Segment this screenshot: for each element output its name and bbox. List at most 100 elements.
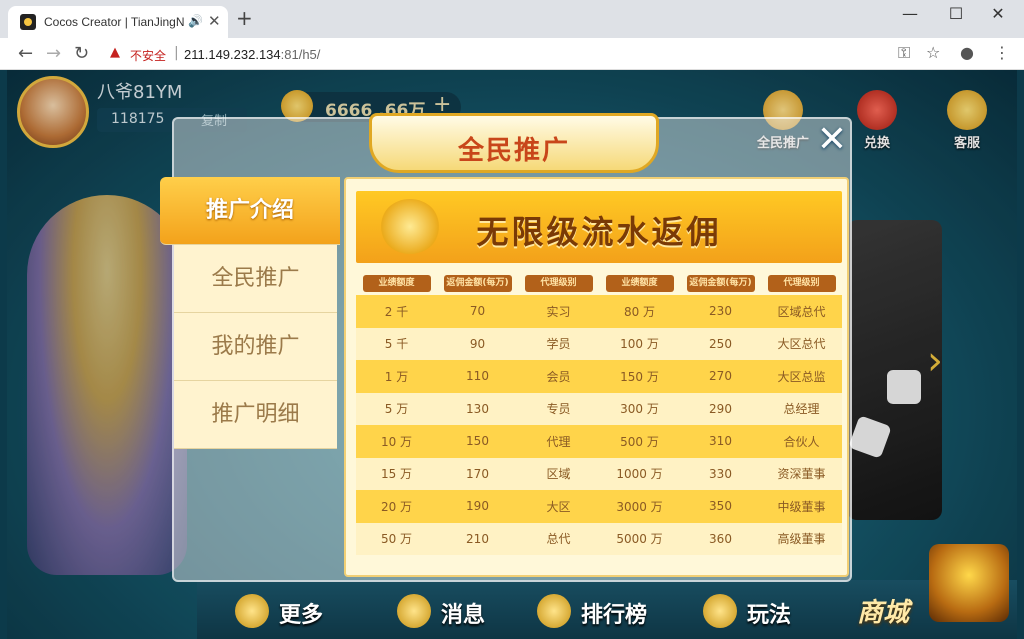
- cards-icon: [703, 594, 737, 628]
- table-cell: 360: [680, 522, 761, 555]
- table-cell: 170: [437, 457, 518, 490]
- close-modal-icon[interactable]: ✕: [812, 122, 852, 162]
- table-cell: 实习: [518, 295, 599, 328]
- promotion-modal: 全民推广 推广介绍 全民推广 我的推广 推广明细 无限级流水返佣 业绩额度 返佣…: [160, 113, 852, 582]
- address-bar[interactable]: ▲ 不安全 | 211.149.232.134:81/h5/: [100, 42, 950, 66]
- table-cell: 210: [437, 522, 518, 555]
- nav-shop[interactable]: 商城: [857, 592, 909, 629]
- table-cell: 1 万: [356, 360, 437, 393]
- table-cell: 会员: [518, 360, 599, 393]
- nav-more-label: 更多: [279, 603, 324, 628]
- star-icon[interactable]: ☆: [926, 43, 940, 62]
- promotion-content: 无限级流水返佣 业绩额度 返佣金额(每万) 代理级别 业绩额度 返佣金额(每万)…: [344, 177, 849, 577]
- menu-item-label: 推广介绍: [205, 198, 294, 223]
- nav-gameplay-label: 玩法: [747, 603, 792, 628]
- speaker-icon[interactable]: 🔊: [188, 14, 203, 28]
- browser-toolbar: ← → ↻ ▲ 不安全 | 211.149.232.134:81/h5/ ⚿ ☆…: [0, 38, 1024, 70]
- table-cell: 190: [437, 490, 518, 523]
- rebate-banner: 无限级流水返佣: [356, 191, 842, 263]
- table-cell: 290: [680, 392, 761, 425]
- close-tab-icon[interactable]: ✕: [208, 12, 221, 30]
- table-cell: 230: [680, 295, 761, 328]
- table-cell: 70: [437, 295, 518, 328]
- back-icon[interactable]: ←: [18, 43, 33, 64]
- menu-item-promote[interactable]: 全民推广: [174, 245, 337, 313]
- bottom-nav: 更多 消息 排行榜 玩法 商城: [197, 580, 1017, 639]
- table-cell: 5 千: [356, 327, 437, 360]
- table-cell: 500 万: [599, 425, 680, 458]
- table-cell: 5000 万: [599, 522, 680, 555]
- url-text: 211.149.232.134:81/h5/: [184, 47, 320, 62]
- forward-icon[interactable]: →: [46, 43, 61, 64]
- table-row: 5 万 130 专员 300 万 290 总经理: [356, 392, 842, 425]
- table-row: 50 万 210 总代 5000 万 360 高级董事: [356, 522, 842, 555]
- profile-icon[interactable]: ●: [960, 43, 974, 62]
- menu-item-details[interactable]: 推广明细: [174, 381, 337, 449]
- table-header-row: 业绩额度 返佣金额(每万) 代理级别 业绩额度 返佣金额(每万) 代理级别: [356, 271, 842, 295]
- table-cell: 350: [680, 490, 761, 523]
- nav-messages-label: 消息: [441, 603, 486, 628]
- insecure-label: 不安全: [130, 49, 167, 63]
- table-cell: 大区总监: [761, 360, 842, 393]
- modal-header: 全民推广: [369, 113, 659, 173]
- column-header: 返佣金额(每万): [686, 275, 755, 292]
- table-cell: 总代: [518, 522, 599, 555]
- table-cell: 270: [680, 360, 761, 393]
- table-cell: 250: [680, 327, 761, 360]
- table-cell: 专员: [518, 392, 599, 425]
- more-icon: [235, 594, 269, 628]
- table-cell: 10 万: [356, 425, 437, 458]
- new-tab-button[interactable]: +: [236, 8, 253, 28]
- menu-item-intro[interactable]: 推广介绍: [160, 177, 340, 245]
- table-cell: 区域: [518, 457, 599, 490]
- column-header: 代理级别: [524, 275, 593, 292]
- table-cell: 110: [437, 360, 518, 393]
- game-canvas[interactable]: 八爷81YM 118175 复制 6666 .66万 + 全民推广 兑换 客服 …: [7, 70, 1017, 639]
- modal-title: 全民推广: [457, 136, 570, 166]
- table-cell: 130: [437, 392, 518, 425]
- table-cell: 80 万: [599, 295, 680, 328]
- promotion-menu: 推广介绍 全民推广 我的推广 推广明细: [160, 177, 340, 577]
- menu-item-my-promotion[interactable]: 我的推广: [174, 313, 337, 381]
- table-cell: 330: [680, 457, 761, 490]
- table-cell: 15 万: [356, 457, 437, 490]
- tab-title: Cocos Creator | TianJingNi: [44, 15, 184, 29]
- column-header: 返佣金额(每万): [443, 275, 512, 292]
- table-cell: 300 万: [599, 392, 680, 425]
- warning-icon: ▲: [110, 45, 120, 60]
- table-cell: 中级董事: [761, 490, 842, 523]
- key-icon[interactable]: ⚿: [898, 43, 910, 63]
- browser-tab[interactable]: Cocos Creator | TianJingNi 🔊 ✕: [8, 6, 228, 38]
- table-cell: 5 万: [356, 392, 437, 425]
- table-row: 1 万 110 会员 150 万 270 大区总监: [356, 360, 842, 393]
- nav-leaderboard-label: 排行榜: [581, 603, 648, 628]
- reload-icon[interactable]: ↻: [74, 43, 89, 64]
- column-header: 代理级别: [767, 275, 836, 292]
- close-window-icon[interactable]: ✕: [978, 4, 1018, 23]
- table-row: 2 千 70 实习 80 万 230 区域总代: [356, 295, 842, 328]
- table-cell: 310: [680, 425, 761, 458]
- table-cell: 90: [437, 327, 518, 360]
- table-cell: 大区: [518, 490, 599, 523]
- minimize-icon[interactable]: —: [890, 4, 930, 23]
- url-host: 211.149.232.134: [184, 47, 281, 62]
- menu-item-label: 推广明细: [211, 402, 300, 427]
- table-cell: 学员: [518, 327, 599, 360]
- table-cell: 高级董事: [761, 522, 842, 555]
- table-cell: 150 万: [599, 360, 680, 393]
- menu-icon[interactable]: ⋮: [994, 43, 1010, 62]
- table-row: 10 万 150 代理 500 万 310 合伙人: [356, 425, 842, 458]
- url-separator: |: [174, 45, 179, 61]
- table-cell: 合伙人: [761, 425, 842, 458]
- banner-title: 无限级流水返佣: [476, 213, 722, 251]
- treasure-chest-icon[interactable]: [929, 544, 1009, 622]
- rebate-table: 业绩额度 返佣金额(每万) 代理级别 业绩额度 返佣金额(每万) 代理级别 2 …: [356, 271, 842, 555]
- column-header: 业绩额度: [362, 275, 431, 292]
- browser-titlebar: Cocos Creator | TianJingNi 🔊 ✕ + — ☐ ✕: [0, 0, 1024, 38]
- table-cell: 总经理: [761, 392, 842, 425]
- table-row: 5 千 90 学员 100 万 250 大区总代: [356, 327, 842, 360]
- table-row: 15 万 170 区域 1000 万 330 资深董事: [356, 457, 842, 490]
- menu-item-label: 我的推广: [211, 334, 300, 359]
- table-cell: 50 万: [356, 522, 437, 555]
- maximize-icon[interactable]: ☐: [936, 4, 976, 23]
